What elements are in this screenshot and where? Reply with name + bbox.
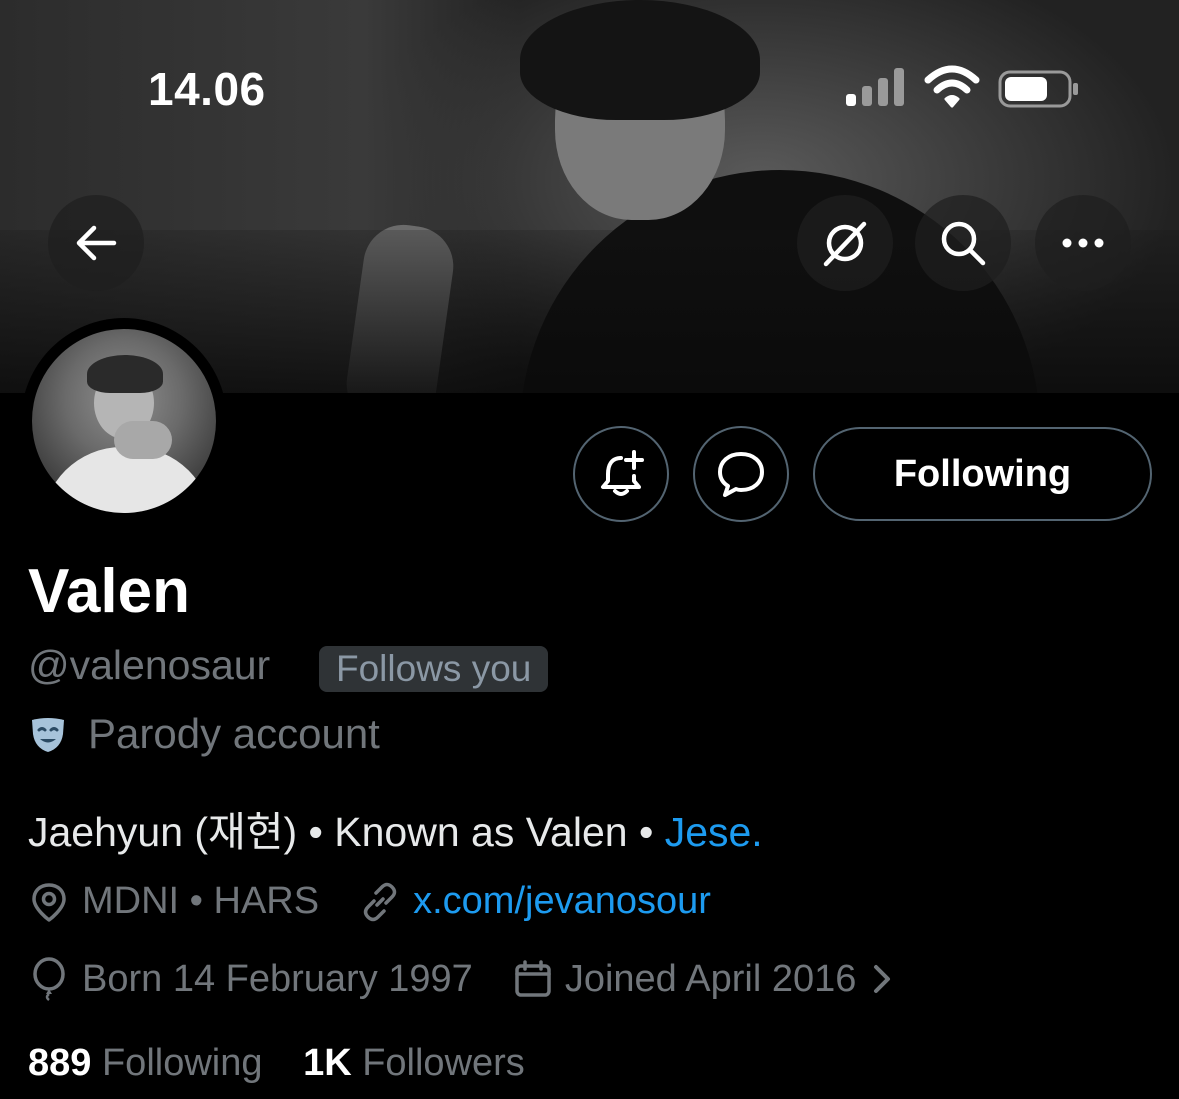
message-button[interactable] — [693, 426, 789, 522]
more-horizontal-icon — [1062, 238, 1104, 248]
parody-label-row: Parody account — [28, 710, 380, 758]
cellular-signal-icon — [846, 68, 906, 106]
link-icon — [363, 882, 397, 921]
avatar-hand — [114, 421, 172, 459]
profile-meta-row-1: MDNI • HARS x.com/jevanosour — [28, 880, 711, 923]
follow-stats: 889 Following 1K Followers — [28, 1042, 525, 1085]
grok-icon — [823, 221, 867, 267]
profile-meta-row-2: Born 14 February 1997 Joined April 2016 — [28, 957, 894, 1001]
theater-mask-icon — [32, 718, 64, 752]
chat-bubble-icon — [718, 452, 764, 497]
battery-icon — [998, 70, 1078, 108]
following-stat[interactable]: 889 Following — [28, 1042, 263, 1084]
following-button[interactable]: Following — [813, 427, 1152, 521]
followers-stat-label: Followers — [362, 1042, 525, 1084]
bio: Jaehyun (재현) • Known as Valen • Jese. — [28, 798, 763, 858]
followers-count: 1K — [303, 1042, 352, 1084]
notify-button[interactable] — [573, 426, 669, 522]
birthday-text: Born 14 February 1997 — [82, 957, 473, 1000]
search-icon — [941, 221, 986, 266]
search-button[interactable] — [915, 195, 1011, 291]
username-handle: @valenosaur — [28, 642, 271, 688]
birthday-item: Born 14 February 1997 — [28, 957, 473, 1001]
more-button[interactable] — [1035, 195, 1131, 291]
avatar[interactable] — [32, 329, 216, 513]
location-pin-icon — [32, 882, 66, 922]
website-item[interactable]: x.com/jevanosour — [359, 880, 711, 923]
wifi-icon — [924, 65, 980, 108]
following-count: 889 — [28, 1042, 92, 1084]
display-name: Valen — [28, 557, 190, 626]
chevron-right-icon — [874, 965, 891, 993]
avatar-hair — [87, 355, 163, 393]
follows-you-badge: Follows you — [319, 646, 549, 692]
location-item: MDNI • HARS — [28, 880, 319, 923]
grok-button[interactable] — [797, 195, 893, 291]
calendar-icon — [515, 960, 551, 997]
joined-text: Joined April 2016 — [564, 957, 857, 1000]
status-time: 14.06 — [148, 63, 266, 115]
website-link[interactable]: x.com/jevanosour — [413, 880, 711, 923]
followers-stat[interactable]: 1K Followers — [303, 1042, 525, 1084]
bio-link[interactable]: Jese. — [665, 809, 763, 855]
bell-plus-icon — [601, 450, 644, 496]
joined-item[interactable]: Joined April 2016 — [513, 958, 895, 1001]
banner-person-hair — [520, 0, 760, 120]
location-text: MDNI • HARS — [82, 880, 320, 922]
arrow-left-icon — [76, 225, 117, 261]
following-stat-label: Following — [101, 1042, 263, 1084]
back-button[interactable] — [48, 195, 144, 291]
bio-text: Jaehyun (재현) • Known as Valen • — [28, 809, 665, 855]
parody-label: Parody account — [88, 710, 380, 757]
balloon-icon — [33, 957, 65, 1001]
